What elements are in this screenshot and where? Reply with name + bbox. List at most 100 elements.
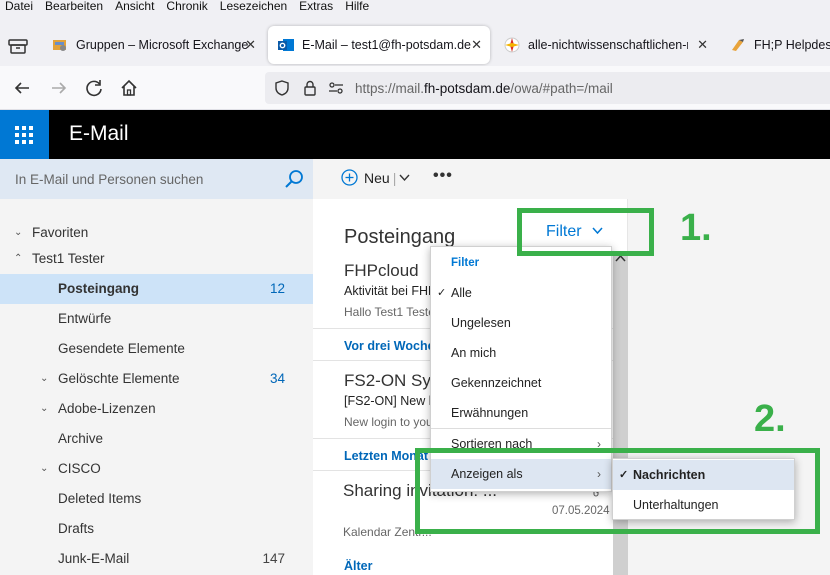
folder-geloeschte-elemente[interactable]: ⌄ Gelöschte Elemente 34 (0, 364, 313, 394)
menu-item-label: Gekennzeichnet (451, 376, 542, 390)
folder-gesendete-elemente[interactable]: Gesendete Elemente (0, 334, 313, 364)
menu-item-ungelesen[interactable]: Ungelesen (431, 308, 611, 338)
menu-ansicht[interactable]: Ansicht (115, 0, 154, 14)
menu-item-label: An mich (451, 346, 497, 360)
menu-item-label: Erwähnungen (451, 406, 529, 420)
menu-item-label: Ungelesen (451, 316, 511, 330)
new-message-button[interactable]: Neu | (341, 169, 410, 186)
message-subject[interactable]: Aktivität bei FHP (344, 284, 436, 298)
folder-junk-email[interactable]: Junk-E-Mail 147 (0, 544, 313, 574)
folder-entwuerfe[interactable]: Entwürfe (0, 304, 313, 334)
message-sender[interactable]: FHPcloud (344, 261, 419, 281)
close-tab-icon[interactable]: ✕ (697, 37, 708, 53)
folder-label: Adobe-Lizenzen (58, 401, 156, 416)
tab-list-icon[interactable] (8, 38, 28, 54)
tab-title: Gruppen – Microsoft Exchange (76, 38, 249, 52)
item-count: 147 (262, 551, 285, 566)
tab-bar: Gruppen – Microsoft Exchange ✕ E-Mail – … (0, 14, 830, 66)
folder-label: Entwürfe (58, 311, 112, 326)
tab-helpdesk[interactable]: FH;P Helpdesk (720, 26, 830, 64)
menu-lesezeichen[interactable]: Lesezeichen (220, 0, 287, 14)
folder-label: CISCO (58, 461, 101, 476)
search-box[interactable]: In E-Mail und Personen suchen (0, 159, 313, 199)
close-tab-icon[interactable]: ✕ (471, 37, 482, 53)
lock-icon[interactable] (301, 79, 319, 97)
menu-bearbeiten[interactable]: Bearbeiten (45, 0, 103, 14)
home-icon[interactable] (118, 77, 140, 99)
url-bar[interactable]: https://mail.fh-potsdam.de/owa/#path=/ma… (265, 72, 830, 104)
menu-hilfe[interactable]: Hilfe (345, 0, 369, 14)
menu-extras[interactable]: Extras (299, 0, 333, 14)
back-icon[interactable] (11, 77, 33, 99)
folder-pane: In E-Mail und Personen suchen ⌄ Favorite… (0, 159, 313, 575)
annotation-box-1 (517, 208, 654, 256)
folder-label: Drafts (58, 521, 95, 536)
tab-title: FH;P Helpdesk (754, 38, 830, 52)
folder-posteingang[interactable]: Posteingang 12 (0, 274, 313, 304)
menu-item-gekennzeichnet[interactable]: Gekennzeichnet (431, 368, 611, 398)
new-label: Neu (364, 169, 390, 186)
menu-item-erwaehnungen[interactable]: Erwähnungen (431, 398, 611, 428)
annotation-box-2 (415, 448, 820, 534)
navigation-bar: https://mail.fh-potsdam.de/owa/#path=/ma… (0, 66, 830, 110)
more-actions-button[interactable]: ••• (433, 167, 453, 185)
menu-datei[interactable]: Datei (5, 0, 33, 14)
unread-count: 12 (269, 281, 285, 296)
url-text: https://mail.fh-potsdam.de/owa/#path=/ma… (355, 81, 613, 96)
permissions-icon[interactable] (327, 79, 345, 97)
tab-alle-nichtwissenschaftlichen[interactable]: alle-nichtwissenschaftlichen-m ✕ (494, 26, 716, 64)
folder-label: Gelöschte Elemente (58, 371, 180, 386)
folder-cisco[interactable]: ⌄ CISCO (0, 454, 313, 484)
command-bar: Neu | ••• (313, 159, 830, 199)
exchange-favicon-icon (53, 40, 66, 51)
chevron-down-icon[interactable]: ⌄ (40, 364, 48, 394)
checkmark-icon: ✓ (437, 287, 447, 299)
plus-circle-icon (341, 169, 358, 186)
chevron-down-icon[interactable]: ⌄ (40, 394, 48, 424)
folder-label: Deleted Items (58, 491, 142, 506)
unread-count: 34 (269, 371, 285, 386)
shield-icon[interactable] (273, 79, 291, 97)
message-preview[interactable]: Hallo Test1 Tester (344, 305, 439, 319)
menu-item-label: Alle (451, 286, 472, 300)
folder-label: Posteingang (58, 281, 140, 296)
search-icon[interactable] (284, 169, 304, 189)
app-title: E-Mail (69, 122, 129, 145)
mailman-favicon-icon (504, 37, 520, 53)
folder-archive[interactable]: Archive (0, 424, 313, 454)
folder-deleted-items[interactable]: Deleted Items (0, 484, 313, 514)
chevron-down-icon[interactable] (399, 172, 410, 183)
folder-label: Archive (58, 431, 104, 446)
annotation-label-1: 1. (680, 207, 712, 249)
chevron-down-icon[interactable]: ⌄ (40, 454, 48, 484)
search-input[interactable]: In E-Mail und Personen suchen (15, 172, 203, 187)
helpdesk-favicon-icon (732, 39, 744, 51)
tab-title: alle-nichtwissenschaftlichen-m (528, 38, 688, 52)
folder-label: Junk-E-Mail (58, 551, 130, 566)
outlook-favicon-icon (278, 39, 294, 51)
tab-gruppen[interactable]: Gruppen – Microsoft Exchange ✕ (42, 26, 264, 64)
folder-drafts[interactable]: Drafts (0, 514, 313, 544)
tab-title: E-Mail – test1@fh-potsdam.de (302, 38, 472, 52)
annotation-label-2: 2. (754, 398, 786, 440)
waffle-icon (15, 126, 33, 144)
forward-icon[interactable] (48, 77, 70, 99)
reload-icon[interactable] (83, 77, 105, 99)
tab-email[interactable]: E-Mail – test1@fh-potsdam.de ✕ (268, 26, 490, 64)
folder-test1-tester[interactable]: ⌃ Test1 Tester (0, 244, 313, 274)
folder-adobe-lizenzen[interactable]: ⌄ Adobe-Lizenzen (0, 394, 313, 424)
message-preview[interactable]: New login to your (344, 415, 437, 429)
folder-label: Test1 Tester (32, 251, 105, 266)
close-tab-icon[interactable]: ✕ (245, 37, 256, 53)
menu-item-an-mich[interactable]: An mich (431, 338, 611, 368)
divider: | (392, 169, 397, 186)
chevron-up-icon[interactable]: ⌃ (14, 244, 22, 274)
message-subject[interactable]: [FS2-ON] New lo (344, 394, 438, 408)
message-sender[interactable]: FS2-ON Syn (344, 371, 440, 391)
owa-header: E-Mail (0, 110, 830, 159)
app-launcher-button[interactable] (0, 110, 49, 159)
group-header: Älter (344, 559, 373, 573)
menubar: Datei Bearbeiten Ansicht Chronik Lesezei… (0, 0, 830, 14)
menu-chronik[interactable]: Chronik (166, 0, 207, 14)
menu-item-alle[interactable]: ✓ Alle (431, 278, 611, 308)
